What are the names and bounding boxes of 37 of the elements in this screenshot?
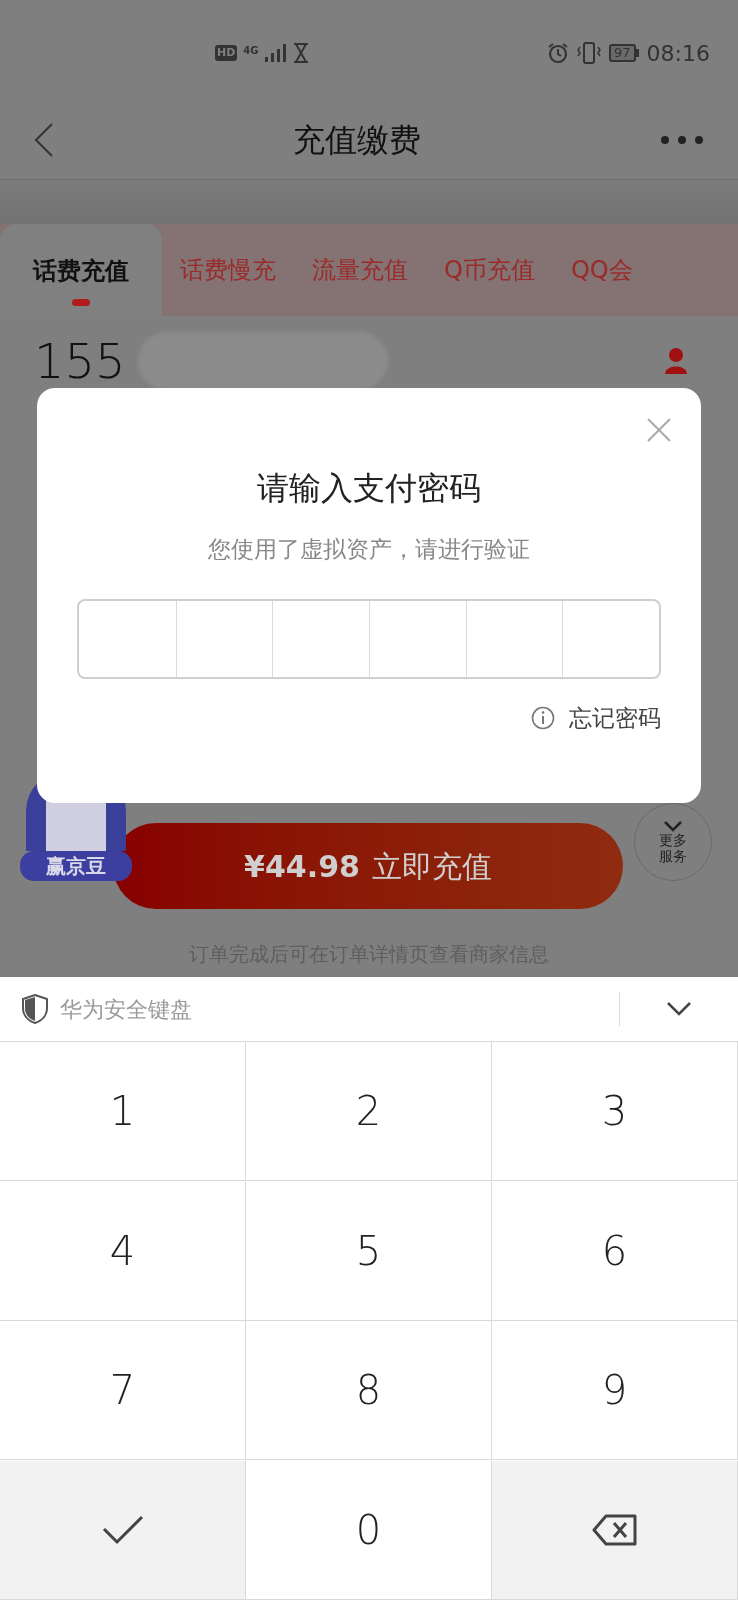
battery-indicator: 97 xyxy=(609,44,639,62)
dialog-subtitle: 您使用了虚拟资产，请进行验证 xyxy=(208,535,530,564)
digit-key[interactable]: 6 xyxy=(492,1181,738,1321)
clock-time: 08:16 xyxy=(646,39,710,68)
close-icon[interactable] xyxy=(647,418,671,442)
backspace-key[interactable] xyxy=(492,1460,738,1600)
digit-key[interactable]: 9 xyxy=(492,1321,738,1460)
password-field[interactable] xyxy=(77,598,661,679)
digit-key[interactable]: 5 xyxy=(246,1181,492,1321)
signal-icon xyxy=(264,44,287,62)
phone-number: 155 xyxy=(34,332,126,391)
vibrate-icon xyxy=(577,42,602,64)
checkmark-icon xyxy=(101,1514,144,1545)
dialog-title: 请输入支付密码 xyxy=(257,468,481,509)
network-type: 4G xyxy=(243,44,259,58)
alarm-icon xyxy=(547,42,570,64)
page-title: 充值缴费 xyxy=(293,119,421,161)
chevron-down-icon xyxy=(663,820,683,832)
more-icon[interactable] xyxy=(660,134,704,145)
digit-key[interactable]: 1 xyxy=(0,1042,246,1181)
digit-key[interactable]: 2 xyxy=(246,1042,492,1181)
contact-icon[interactable] xyxy=(664,348,688,374)
back-icon[interactable] xyxy=(34,122,54,157)
digit-key[interactable]: 0 xyxy=(246,1460,492,1600)
collapse-keyboard-icon[interactable] xyxy=(666,1001,692,1017)
hd-badge: HD xyxy=(215,45,238,61)
digit-key[interactable]: 3 xyxy=(492,1042,738,1181)
info-icon xyxy=(531,705,555,730)
forgot-password-link[interactable]: 忘记密码 xyxy=(569,700,661,735)
shield-icon xyxy=(22,994,48,1024)
digit-key[interactable]: 7 xyxy=(0,1321,246,1460)
keyboard-title: 华为安全键盘 xyxy=(60,995,192,1024)
digit-key[interactable]: 4 xyxy=(0,1181,246,1321)
digit-key[interactable]: 8 xyxy=(246,1321,492,1460)
tab[interactable]: 话费充值 xyxy=(0,224,162,316)
backspace-icon xyxy=(591,1513,638,1546)
hourglass-icon xyxy=(292,43,309,63)
